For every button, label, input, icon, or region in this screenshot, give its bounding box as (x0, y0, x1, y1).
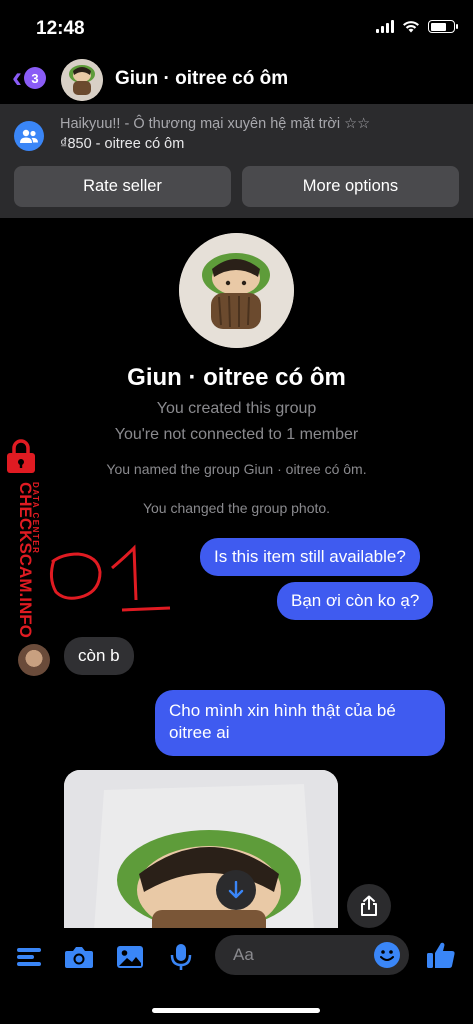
chat-header: ‹ 3 Giun · oitree có ôm (0, 56, 473, 104)
outgoing-message[interactable]: Bạn ơi còn ko ạ? (277, 582, 434, 620)
camera-icon (65, 947, 93, 968)
watermark-tag-text: DATA CENTER (31, 482, 40, 554)
system-message-changed-photo: You changed the group photo. (142, 500, 331, 516)
camera-button[interactable] (64, 942, 94, 972)
arrow-down-icon (228, 881, 244, 899)
emoji-button[interactable] (374, 942, 400, 968)
handwritten-annotation: 01 (42, 538, 171, 612)
status-bar: 12:48 (0, 0, 473, 56)
chat-title[interactable]: Giun · oitree có ôm (115, 68, 288, 90)
menu-icon (17, 948, 41, 966)
microphone-icon (170, 944, 192, 970)
rate-seller-button[interactable]: Rate seller (14, 166, 231, 207)
message-line: oitree ai (169, 723, 230, 742)
svg-text:01: 01 (42, 538, 44, 539)
wifi-icon (403, 21, 419, 33)
image-icon (117, 946, 143, 968)
message-line: Cho mình xin hình thật của bé (169, 701, 396, 720)
back-button[interactable]: ‹ 3 (12, 61, 46, 94)
like-button[interactable] (426, 940, 456, 970)
photo-message[interactable] (64, 770, 338, 930)
group-name-heading: Giun · oitree có ôm (127, 364, 346, 391)
gallery-button[interactable] (115, 942, 145, 972)
home-indicator[interactable] (152, 1008, 320, 1013)
watermark-lock-icon (7, 439, 35, 473)
back-chevron-icon: ‹ (12, 61, 22, 94)
listing-price: ₫850 - oitree có ôm (60, 136, 185, 152)
signal-icon (376, 20, 394, 33)
share-button[interactable] (347, 884, 391, 928)
marketplace-listing-banner: Haikyuu!! - Ô thương mại xuyên hệ mặt tr… (0, 104, 473, 218)
status-time: 12:48 (36, 18, 85, 39)
outgoing-message[interactable]: Is this item still available? (200, 538, 420, 576)
listing-title[interactable]: Haikyuu!! - Ô thương mại xuyên hệ mặt tr… (60, 116, 370, 132)
menu-button[interactable] (14, 942, 44, 972)
thumbs-up-icon (427, 942, 455, 968)
not-connected-text: You're not connected to 1 member (114, 426, 359, 443)
scroll-to-bottom-button[interactable] (216, 870, 256, 910)
status-icons (376, 20, 458, 33)
share-icon (361, 895, 377, 916)
battery-icon (428, 20, 458, 33)
group-icon (14, 121, 44, 151)
sender-avatar[interactable] (18, 644, 50, 676)
created-group-text: You created this group (156, 400, 317, 417)
voice-button[interactable] (166, 942, 196, 972)
incoming-message[interactable]: còn b (64, 637, 134, 675)
watermark-brand: CHECKSCAM.INFO DATA CENTER (16, 482, 40, 638)
emoji-icon (375, 943, 399, 967)
group-avatar[interactable] (61, 59, 103, 101)
unread-badge: 3 (24, 67, 46, 89)
group-profile-photo[interactable] (179, 233, 294, 348)
outgoing-message[interactable]: Cho mình xin hình thật của bé oitree ai (155, 690, 445, 756)
more-options-button[interactable]: More options (242, 166, 459, 207)
system-message-named-group: You named the group Giun · oitree có ôm. (106, 461, 367, 477)
